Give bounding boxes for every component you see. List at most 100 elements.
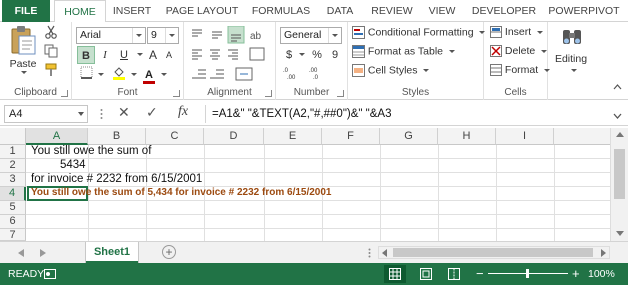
- row-header-3[interactable]: 3: [0, 173, 26, 187]
- shrink-font-button[interactable]: A: [160, 46, 178, 64]
- tab-data[interactable]: DATA: [318, 0, 362, 22]
- borders-button[interactable]: [77, 66, 95, 84]
- cell-styles-button[interactable]: Cell Styles: [352, 64, 430, 77]
- new-sheet-button[interactable]: +: [162, 245, 176, 259]
- zoom-level[interactable]: 100%: [588, 263, 615, 285]
- tab-formulas[interactable]: FORMULAS: [248, 0, 314, 22]
- cell-a1[interactable]: You still owe the sum of: [31, 145, 151, 157]
- insert-cells-button[interactable]: Insert: [490, 26, 544, 39]
- font-size-select[interactable]: 9: [147, 27, 179, 44]
- row-header-4[interactable]: 4: [0, 187, 26, 201]
- delete-cells-button[interactable]: Delete: [490, 45, 548, 58]
- font-color-dropdown-icon[interactable]: [161, 73, 167, 76]
- italic-button[interactable]: I: [96, 46, 114, 64]
- tab-page-layout[interactable]: PAGE LAYOUT: [160, 0, 244, 22]
- column-header-i[interactable]: I: [496, 128, 554, 145]
- select-all-corner[interactable]: [0, 128, 26, 145]
- column-header-h[interactable]: H: [438, 128, 496, 145]
- tab-insert[interactable]: INSERT: [108, 0, 156, 22]
- tab-review[interactable]: REVIEW: [366, 0, 418, 22]
- number-group: General $ % 9 .0 .00 .00 .0 Number: [276, 22, 348, 100]
- name-box[interactable]: A4: [4, 105, 88, 123]
- row-header-6[interactable]: 6: [0, 215, 26, 229]
- tab-file[interactable]: FILE: [2, 0, 50, 22]
- decrease-decimal-button[interactable]: .00 .0: [308, 66, 326, 84]
- clipboard-launcher-icon[interactable]: [61, 90, 68, 97]
- tab-powerpivot[interactable]: POWERPIVOT: [546, 0, 622, 22]
- column-header-c[interactable]: C: [146, 128, 204, 145]
- next-sheet-icon[interactable]: [40, 249, 46, 257]
- row-header-5[interactable]: 5: [0, 201, 26, 215]
- editing-group[interactable]: Editing: [548, 22, 594, 100]
- sheet-tab-sheet1[interactable]: Sheet1: [86, 242, 138, 263]
- tab-view[interactable]: VIEW: [422, 0, 462, 22]
- conditional-formatting-button[interactable]: Conditional Formatting: [352, 26, 486, 39]
- underline-dropdown-icon[interactable]: [137, 53, 143, 56]
- horizontal-scroll-thumb[interactable]: [393, 248, 593, 257]
- tab-split-grip-icon[interactable]: [368, 248, 371, 261]
- column-header-b[interactable]: B: [88, 128, 146, 145]
- zoom-out-button[interactable]: −: [476, 263, 484, 285]
- column-header-d[interactable]: D: [204, 128, 264, 145]
- currency-button[interactable]: $: [280, 46, 298, 64]
- percent-button[interactable]: %: [308, 46, 326, 64]
- copy-button[interactable]: [42, 44, 60, 62]
- normal-view-button[interactable]: [384, 265, 406, 283]
- vertical-scrollbar[interactable]: [610, 128, 628, 241]
- row-header-1[interactable]: 1: [0, 145, 26, 159]
- cell-a3[interactable]: for invoice # 2232 from 6/15/2001: [31, 173, 202, 185]
- page-break-preview-icon[interactable]: [448, 268, 460, 280]
- zoom-slider-thumb[interactable]: [526, 269, 529, 278]
- cell-a2[interactable]: 5434: [60, 159, 86, 171]
- tab-home[interactable]: HOME: [54, 0, 106, 23]
- font-launcher-icon[interactable]: [173, 90, 180, 97]
- cell-a4[interactable]: You still owe the sum of 5,434 for invoi…: [31, 187, 332, 198]
- increase-decimal-button[interactable]: .0 .00: [282, 66, 300, 84]
- scroll-down-icon[interactable]: [616, 231, 624, 236]
- font-color-button[interactable]: A: [140, 66, 158, 84]
- underline-button[interactable]: U: [115, 46, 133, 64]
- scroll-left-icon[interactable]: [382, 249, 387, 257]
- row-header-7[interactable]: 7: [0, 229, 26, 241]
- fill-color-button[interactable]: [110, 66, 128, 84]
- formula-input[interactable]: =A1&" "&TEXT(A2,"#,##0")&" "&A3: [205, 105, 605, 123]
- format-as-table-button[interactable]: Format as Table: [352, 45, 455, 58]
- font-name-select[interactable]: Arial: [76, 27, 146, 44]
- zoom-in-button[interactable]: +: [572, 263, 580, 285]
- expand-formula-bar-icon[interactable]: [613, 110, 622, 122]
- fill-bucket-icon: [113, 67, 125, 80]
- collapse-ribbon-icon[interactable]: [613, 81, 622, 93]
- enter-icon[interactable]: ✓: [146, 104, 158, 121]
- fill-color-dropdown-icon[interactable]: [131, 73, 137, 76]
- borders-dropdown-icon[interactable]: [98, 73, 104, 76]
- gridline: [554, 145, 555, 241]
- column-header-e[interactable]: E: [264, 128, 322, 145]
- scroll-up-icon[interactable]: [616, 132, 624, 137]
- macro-record-icon[interactable]: [44, 269, 56, 279]
- currency-dropdown-icon[interactable]: [299, 53, 305, 56]
- paste-button[interactable]: Paste: [6, 25, 40, 74]
- scroll-right-icon[interactable]: [601, 249, 606, 257]
- column-header-a[interactable]: A: [26, 128, 88, 145]
- vertical-scroll-thumb[interactable]: [614, 149, 625, 199]
- number-launcher-icon[interactable]: [337, 90, 344, 97]
- insert-function-icon[interactable]: fx: [178, 104, 188, 120]
- cancel-icon[interactable]: ✕: [118, 104, 130, 121]
- previous-sheet-icon[interactable]: [18, 249, 24, 257]
- comma-style-button[interactable]: 9: [326, 46, 344, 64]
- page-layout-view-icon[interactable]: [420, 268, 432, 280]
- worksheet-grid[interactable]: A B C D E F G H I 1 2 3 4 5 6 7 You stil…: [0, 128, 610, 241]
- number-format-select[interactable]: General: [280, 27, 342, 44]
- format-painter-button[interactable]: [42, 63, 60, 81]
- column-header-f[interactable]: F: [322, 128, 380, 145]
- cut-button[interactable]: [42, 25, 60, 43]
- row-header-2[interactable]: 2: [0, 159, 26, 173]
- zoom-slider[interactable]: [488, 269, 568, 278]
- alignment-launcher-icon[interactable]: [265, 90, 272, 97]
- column-header-g[interactable]: G: [380, 128, 438, 145]
- horizontal-scrollbar[interactable]: [378, 246, 610, 259]
- formula-bar-grip-icon[interactable]: [100, 108, 103, 120]
- bold-button[interactable]: B: [77, 46, 95, 64]
- format-cells-button[interactable]: Format: [490, 64, 551, 77]
- tab-developer[interactable]: DEVELOPER: [468, 0, 540, 22]
